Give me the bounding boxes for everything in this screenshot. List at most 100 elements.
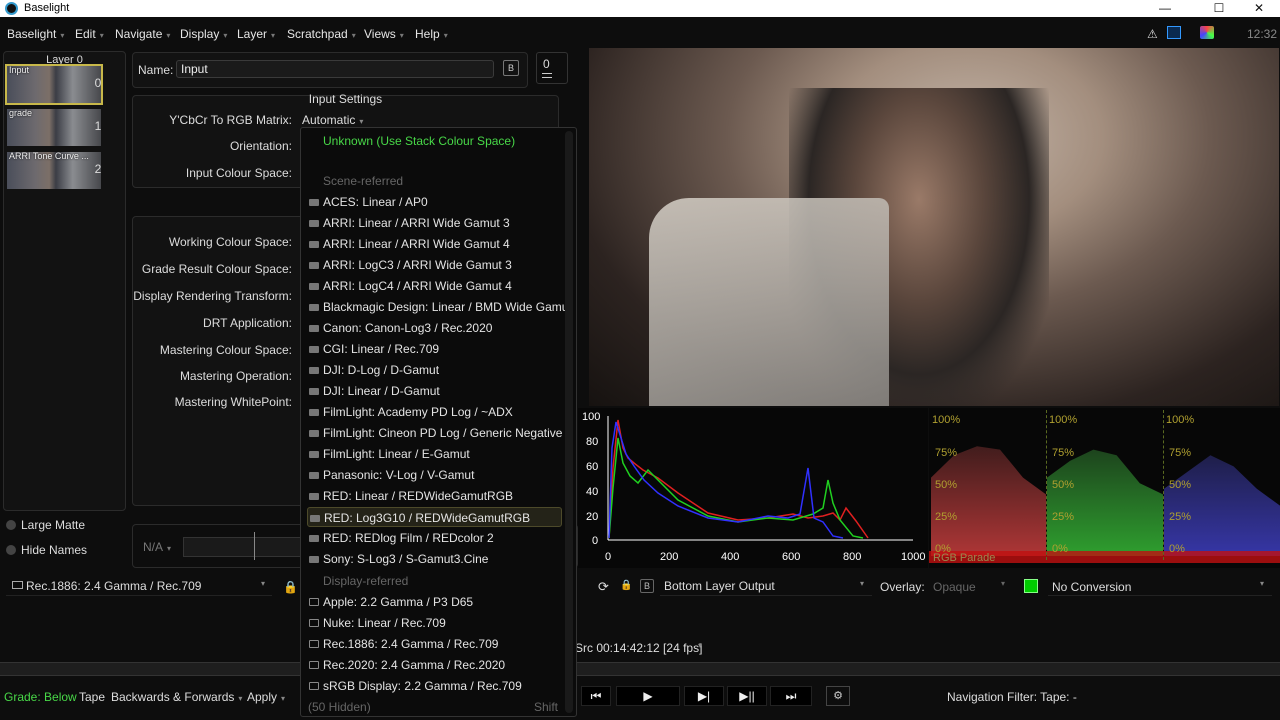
large-matte-toggle[interactable]: Large Matte	[6, 518, 85, 536]
folder-icon	[309, 430, 319, 437]
slider-handle[interactable]	[254, 532, 255, 560]
conversion-dropdown[interactable]: No Conversion ▾	[1048, 577, 1272, 596]
option-arri-linear-awg4[interactable]: ARRI: Linear / ARRI Wide Gamut 4	[307, 234, 562, 254]
apply-dropdown[interactable]: Apply ▾	[247, 690, 285, 704]
folder-icon	[309, 367, 319, 374]
folder-icon	[309, 241, 319, 248]
viewer-mode-icon[interactable]	[1167, 26, 1181, 39]
layer-count-button[interactable]: 0	[536, 52, 568, 84]
lock-icon[interactable]: 🔒	[283, 580, 298, 594]
option-dji-dlog[interactable]: DJI: D-Log / D-Gamut	[307, 360, 562, 380]
toggle-dot-icon	[6, 520, 16, 530]
monitor-icon	[309, 598, 319, 606]
svg-text:600: 600	[782, 551, 800, 563]
grade-result-colour-space-label: Grade Result Colour Space:	[141, 262, 292, 276]
monitor-icon	[309, 682, 319, 690]
menu-edit[interactable]: Edit ▾	[75, 27, 104, 41]
menu-layer[interactable]: Layer ▾	[237, 27, 275, 41]
option-filmlight-cineon[interactable]: FilmLight: Cineon PD Log / Generic Negat…	[307, 423, 572, 443]
svg-text:40: 40	[586, 486, 598, 498]
layer-row-input[interactable]: Input 0	[5, 64, 103, 105]
next-marker-button[interactable]: ▶||	[727, 686, 767, 706]
svg-text:800: 800	[843, 551, 861, 563]
folder-icon	[309, 388, 319, 395]
menu-help[interactable]: Help ▾	[415, 27, 448, 41]
direction-dropdown[interactable]: Backwards & Forwards ▾	[111, 690, 242, 704]
folder-icon	[309, 283, 319, 290]
ycbcr-matrix-dropdown[interactable]: Automatic ▾	[302, 113, 363, 127]
clock: 12:32	[1247, 27, 1278, 41]
orientation-label: Orientation:	[229, 139, 292, 153]
close-button[interactable]: ✕	[1236, 0, 1280, 17]
colour-wheel-icon[interactable]	[1200, 26, 1214, 39]
option-panasonic-vlog[interactable]: Panasonic: V-Log / V-Gamut	[307, 465, 562, 485]
play-button[interactable]: ▶	[616, 686, 680, 706]
input-settings-title: Input Settings	[308, 92, 383, 106]
option-red-redlog[interactable]: RED: REDlog Film / REDcolor 2	[307, 528, 562, 548]
option-blackmagic-linear[interactable]: Blackmagic Design: Linear / BMD Wide Gam…	[307, 297, 572, 317]
parade-green-trace	[1047, 449, 1163, 556]
menu-scratchpad[interactable]: Scratchpad ▾	[287, 27, 356, 41]
slider-track[interactable]	[183, 537, 303, 557]
refresh-icon[interactable]: ⟳	[598, 579, 609, 595]
display-colour-space-dropdown[interactable]: Rec.1886: 2.4 Gamma / Rec.709 ▾	[6, 577, 272, 596]
option-filmlight-linear[interactable]: FilmLight: Linear / E-Gamut	[307, 444, 562, 464]
svg-text:200: 200	[660, 551, 678, 563]
option-red-log3g10[interactable]: RED: Log3G10 / REDWideGamutRGB	[307, 507, 562, 527]
bookmark-icon[interactable]: B	[503, 60, 519, 76]
option-sony-slog3[interactable]: Sony: S-Log3 / S-Gamut3.Cine	[307, 549, 562, 569]
option-apple-p3[interactable]: Apple: 2.2 Gamma / P3 D65	[307, 592, 562, 612]
bookmark-icon[interactable]: B	[640, 579, 654, 593]
svg-text:0: 0	[605, 551, 611, 563]
option-srgb-display[interactable]: sRGB Display: 2.2 Gamma / Rec.709	[307, 676, 562, 696]
bottom-layer-output-dropdown[interactable]: Bottom Layer Output ▾	[660, 577, 872, 596]
folder-icon	[310, 515, 320, 522]
mastering-whitepoint-label: Mastering WhitePoint:	[174, 395, 292, 409]
minimize-button[interactable]: —	[1142, 0, 1188, 17]
hide-names-toggle[interactable]: Hide Names	[6, 543, 87, 561]
option-arri-logc4[interactable]: ARRI: LogC4 / ARRI Wide Gamut 4	[307, 276, 562, 296]
mastering-operation-label: Mastering Operation:	[179, 369, 292, 383]
scene-referred-header: Scene-referred	[323, 174, 404, 188]
warning-icon[interactable]: ⚠	[1147, 27, 1158, 41]
menu-navigate[interactable]: Navigate ▾	[115, 27, 170, 41]
option-rec1886[interactable]: Rec.1886: 2.4 Gamma / Rec.709	[307, 634, 562, 654]
green-swatch-icon[interactable]	[1024, 579, 1038, 593]
option-arri-linear-awg3[interactable]: ARRI: Linear / ARRI Wide Gamut 3	[307, 213, 562, 233]
go-to-start-button[interactable]: ⏮	[581, 686, 611, 706]
option-nuke-linear[interactable]: Nuke: Linear / Rec.709	[307, 613, 562, 633]
layer-row-grade[interactable]: grade 1	[6, 107, 103, 147]
menu-display[interactable]: Display ▾	[180, 27, 227, 41]
option-cgi-linear[interactable]: CGI: Linear / Rec.709	[307, 339, 562, 359]
option-aces-linear[interactable]: ACES: Linear / AP0	[307, 192, 562, 212]
lock-small-icon[interactable]: 🔒	[620, 580, 632, 591]
dropdown-scrollbar[interactable]	[565, 131, 573, 713]
layer-row-arri-tone-curve[interactable]: ARRI Tone Curve ... 2	[6, 150, 103, 190]
scrub-bar[interactable]	[0, 662, 1280, 676]
option-rec2020[interactable]: Rec.2020: 2.4 Gamma / Rec.2020	[307, 655, 562, 675]
menu-baselight[interactable]: Baselight ▾	[7, 27, 64, 41]
menu-views[interactable]: Views ▾	[364, 27, 404, 41]
option-red-linear[interactable]: RED: Linear / REDWideGamutRGB	[307, 486, 562, 506]
folder-icon	[309, 304, 319, 311]
step-forward-button[interactable]: ▶|	[684, 686, 724, 706]
name-input[interactable]: Input	[176, 60, 494, 78]
option-unknown[interactable]: Unknown (Use Stack Colour Space)	[323, 134, 515, 148]
display-referred-header: Display-referred	[323, 574, 409, 588]
grade-label[interactable]: Grade: Below	[4, 690, 77, 704]
folder-icon	[309, 451, 319, 458]
na-dropdown[interactable]: N/A ▾	[143, 540, 171, 554]
option-dji-linear[interactable]: DJI: Linear / D-Gamut	[307, 381, 562, 401]
go-to-end-button[interactable]: ⏭	[770, 686, 812, 706]
overlay-dropdown[interactable]: Opaque ▾	[929, 577, 1014, 596]
drt-application-label: DRT Application:	[203, 316, 292, 330]
link-settings-icon[interactable]: ⚙	[826, 686, 850, 706]
option-arri-logc3[interactable]: ARRI: LogC3 / ARRI Wide Gamut 3	[307, 255, 562, 275]
timecode-dropdown[interactable]: Src 00:14:42:12 [24 fps] ▾	[574, 639, 708, 657]
folder-icon	[309, 325, 319, 332]
option-filmlight-academy[interactable]: FilmLight: Academy PD Log / ~ADX	[307, 402, 562, 422]
parade-blue-trace	[1164, 455, 1280, 556]
histogram-chart: 100 80 60 40 20 0 0 200 400 600 800 1000	[582, 411, 925, 563]
option-canon-log3[interactable]: Canon: Canon-Log3 / Rec.2020	[307, 318, 562, 338]
tape-option[interactable]: Tape	[79, 690, 105, 704]
